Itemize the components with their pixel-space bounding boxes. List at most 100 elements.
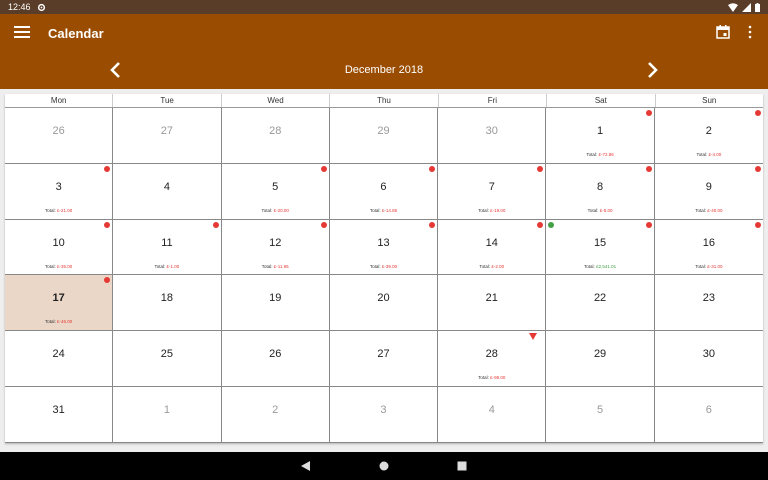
calendar-icon[interactable]: [716, 25, 730, 39]
day-cell[interactable]: 2: [221, 387, 330, 443]
day-total: Total: £-39.00: [330, 264, 437, 269]
day-cell[interactable]: 17 Total: £-46.00: [5, 275, 114, 332]
day-number: 6: [705, 404, 712, 417]
day-number: 3: [55, 180, 62, 193]
day-number: 28: [485, 348, 498, 361]
day-cell[interactable]: 11 Total: £-1.00: [113, 219, 222, 276]
day-cell[interactable]: 22: [546, 275, 655, 332]
day-number: 2: [272, 404, 279, 417]
app-title: Calendar: [48, 26, 104, 41]
day-cell[interactable]: 3 Total: £-21.00: [5, 163, 114, 220]
total-label: Total:: [696, 152, 708, 157]
day-cell[interactable]: 24: [5, 331, 114, 388]
day-total: Total: £-2.00: [438, 264, 545, 269]
day-total: Total: £-21.00: [5, 208, 112, 213]
day-number: 5: [597, 404, 604, 417]
total-amount: £-20.00: [273, 207, 289, 213]
day-total: Total: £-40.00: [655, 208, 763, 213]
home-circle-icon[interactable]: [379, 461, 389, 471]
day-number: 29: [377, 125, 390, 137]
day-cell[interactable]: 26: [221, 331, 330, 388]
settings-gear-icon: [37, 3, 45, 11]
day-cell[interactable]: 15 Total: £2,541.01: [546, 219, 655, 276]
day-cell[interactable]: 29: [546, 331, 655, 388]
day-cell[interactable]: 21: [438, 275, 547, 332]
day-number: 7: [488, 180, 495, 193]
total-amount: £-2.00: [491, 263, 505, 269]
day-cell[interactable]: 1 Total: £-72.86: [546, 108, 655, 164]
day-cell[interactable]: 19: [221, 275, 330, 332]
day-cell[interactable]: 31: [5, 387, 114, 443]
day-total: Total: £-1.00: [113, 264, 220, 269]
day-cell[interactable]: 27: [329, 331, 439, 388]
expense-dot-icon: [320, 221, 327, 228]
day-cell[interactable]: 26: [5, 108, 114, 164]
calendar-month-view: Mon Tue Wed Thu Fri Sat Sun 26 27 28 29 30 1 Total: …: [5, 94, 763, 443]
day-cell[interactable]: 9 Total: £-40.00: [654, 164, 763, 220]
day-cell[interactable]: 4: [113, 163, 222, 220]
day-cell[interactable]: 25: [113, 331, 222, 388]
day-cell[interactable]: 16 Total: £-31.00: [654, 220, 763, 276]
system-nav-bar: [0, 452, 768, 480]
day-cell[interactable]: 2 Total: £-4.00: [654, 108, 763, 164]
day-number: 30: [485, 125, 498, 137]
day-cell[interactable]: 12 Total: £-11.95: [221, 219, 330, 276]
day-total: Total: £-5.00: [546, 208, 653, 213]
day-number: 29: [593, 348, 607, 361]
recents-square-icon[interactable]: [457, 461, 467, 471]
chevron-right-icon[interactable]: [642, 60, 662, 80]
weekday-label: Mon: [5, 94, 114, 107]
day-number: 26: [52, 125, 65, 137]
day-number: 23: [702, 292, 715, 305]
total-amount: £-14.85: [381, 207, 398, 213]
day-cell[interactable]: 28 Total: £-98.00: [438, 331, 547, 388]
day-cell[interactable]: 5: [546, 387, 655, 443]
day-cell[interactable]: 5 Total: £-20.00: [221, 163, 330, 220]
calendar-grid: 26 27 28 29 30 1 Total: £-72.86 2 Total: £-4.00 3…: [5, 107, 763, 443]
weekday-label: Tue: [113, 94, 222, 107]
day-cell[interactable]: 13 Total: £-39.00: [329, 219, 439, 276]
wifi-icon: [728, 2, 738, 12]
scheduled-triangle-icon: [529, 333, 538, 341]
day-number: 6: [380, 180, 387, 193]
day-cell[interactable]: 6 Total: £-14.85: [329, 163, 439, 220]
day-total: Total: £-19.00: [438, 208, 545, 213]
day-cell[interactable]: 7 Total: £-19.00: [438, 163, 547, 220]
day-cell[interactable]: 23: [654, 275, 763, 332]
hamburger-menu-icon[interactable]: [14, 26, 30, 40]
expense-dot-icon: [754, 221, 761, 228]
day-cell[interactable]: 3: [329, 387, 439, 443]
total-amount: £-72.86: [598, 152, 614, 157]
day-cell[interactable]: 14 Total: £-2.00: [438, 219, 547, 276]
day-number: 4: [163, 180, 170, 193]
total-label: Total:: [261, 207, 273, 213]
day-cell[interactable]: 28: [221, 108, 330, 164]
day-cell[interactable]: 29: [329, 108, 439, 164]
day-total: Total: £-98.00: [438, 375, 545, 380]
weekday-label: Fri: [439, 94, 548, 107]
day-cell[interactable]: 6: [654, 387, 763, 443]
day-number: 17: [52, 292, 65, 305]
day-number: 8: [597, 180, 604, 193]
day-cell[interactable]: 1: [113, 387, 222, 443]
battery-icon: [755, 2, 760, 12]
total-label: Total:: [695, 207, 706, 213]
day-cell[interactable]: 8 Total: £-5.00: [546, 163, 655, 220]
expense-dot-icon: [320, 165, 327, 172]
more-vert-icon[interactable]: [745, 25, 755, 39]
day-number: 19: [269, 292, 282, 305]
day-number: 22: [593, 292, 607, 305]
day-cell[interactable]: 27: [113, 108, 222, 164]
total-label: Total:: [695, 263, 706, 269]
day-cell[interactable]: 4: [438, 387, 547, 443]
day-cell[interactable]: 30: [438, 108, 547, 164]
day-cell[interactable]: 20: [329, 275, 439, 332]
day-cell[interactable]: 18: [113, 275, 222, 332]
day-number: 4: [488, 404, 495, 417]
day-number: 14: [485, 236, 498, 249]
status-bar: 12:46: [0, 0, 768, 14]
back-triangle-icon[interactable]: [301, 461, 311, 471]
day-cell[interactable]: 30: [654, 331, 763, 388]
day-cell[interactable]: 10 Total: £-35.00: [5, 219, 114, 276]
total-amount: £-4.00: [708, 152, 722, 157]
